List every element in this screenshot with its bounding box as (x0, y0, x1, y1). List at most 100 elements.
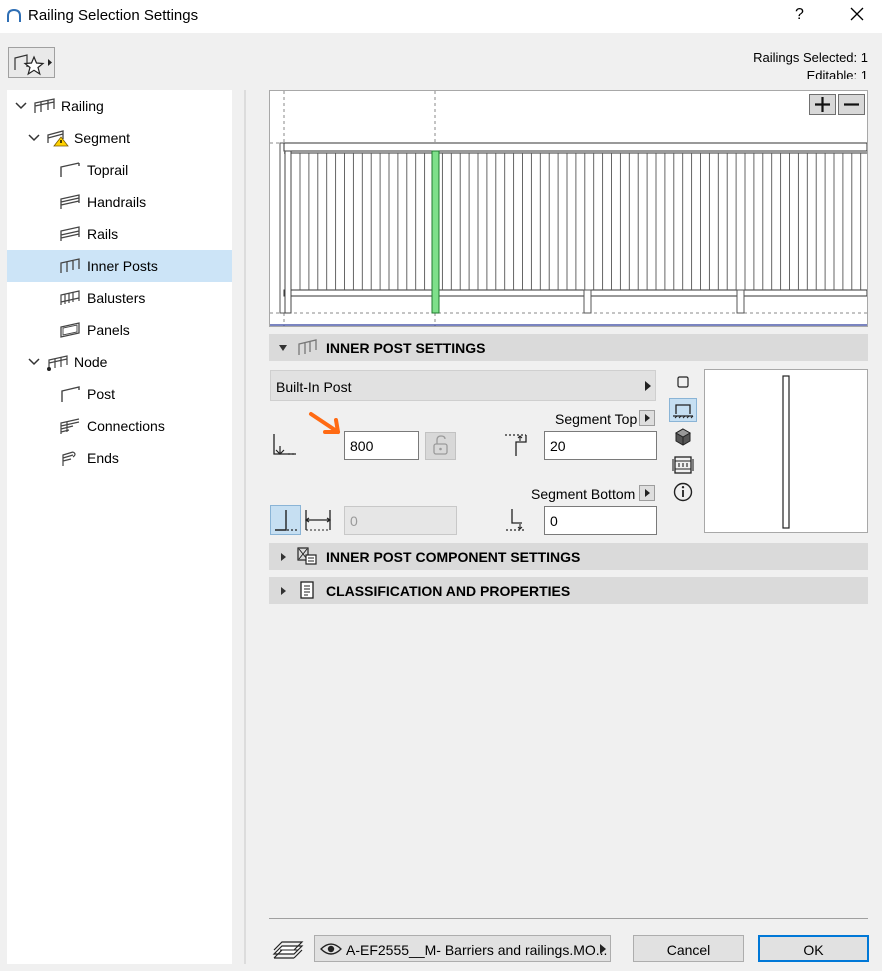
tree-item-toprail[interactable]: Toprail (7, 154, 232, 186)
section-title: INNER POST SETTINGS (326, 339, 486, 356)
chevron-down-icon[interactable] (28, 356, 40, 368)
chevron-down-icon[interactable] (15, 100, 27, 112)
tree-item-label: Post (87, 386, 116, 402)
tree-item-label: Handrails (87, 194, 147, 210)
segment-top-icon (505, 434, 527, 456)
selection-info: Railings Selected: 1 Editable: 1 (753, 49, 868, 79)
section-title: INNER POST COMPONENT SETTINGS (326, 548, 581, 565)
segment-top-reference-button[interactable] (639, 410, 655, 426)
ok-button[interactable]: OK (758, 935, 869, 962)
tree-item-railing[interactable]: Railing (7, 90, 232, 122)
editable-count: Editable: 1 (806, 68, 868, 79)
fixed-spacing-icon (275, 510, 298, 531)
ends-icon (62, 451, 76, 466)
tree-item-balusters[interactable]: Balusters (7, 282, 232, 314)
tree-item-label: Panels (87, 322, 130, 338)
footer-divider (269, 918, 868, 919)
favorites-button[interactable] (8, 47, 55, 78)
tree-item-label: Railing (61, 98, 104, 114)
post-spacing-icon (273, 434, 296, 455)
layer-icon (272, 941, 304, 959)
railings-selected-count: Railings Selected: 1 (753, 50, 868, 65)
lock-button[interactable] (425, 432, 456, 460)
tree-item-rails[interactable]: Rails (7, 218, 232, 250)
railing-icon (34, 98, 55, 113)
chevron-down-icon[interactable] (28, 132, 40, 144)
zoom-out-button[interactable] (838, 94, 865, 115)
offset-input (344, 506, 457, 535)
spacing-mode-fixed-button[interactable] (270, 505, 301, 535)
segment-bottom-icon (506, 509, 526, 531)
window-title: Railing Selection Settings (28, 7, 199, 24)
tree-item-connections[interactable]: Connections (7, 410, 232, 442)
tree-item-label: Rails (87, 226, 119, 242)
close-icon[interactable] (848, 5, 866, 23)
layer-selector[interactable]: A-EF2555__M- Barriers and railings.MO... (314, 935, 611, 962)
title-bar: Railing Selection Settings ? (0, 0, 882, 33)
tree-item-panels[interactable]: Panels (7, 314, 232, 346)
triangle-right-icon (281, 587, 286, 595)
tree-item-label: Ends (87, 450, 119, 466)
layer-name: A-EF2555__M- Barriers and railings.MO... (346, 942, 608, 958)
connections-icon (60, 418, 80, 434)
balusters-icon (60, 290, 80, 305)
minus-icon (844, 103, 859, 106)
lock-open-icon (433, 435, 448, 455)
settings-tree: Railing Segment Toprail Handrails Rails … (7, 90, 232, 964)
segment-bottom-input[interactable] (544, 506, 657, 535)
post-profile-drawing (782, 375, 790, 529)
rails-icon (60, 226, 80, 241)
inner-post[interactable] (583, 289, 592, 314)
segment-warning-icon (47, 130, 69, 147)
segment-top-input[interactable] (544, 431, 657, 460)
tree-item-ends[interactable]: Ends (7, 442, 232, 474)
view-elevation-button[interactable] (669, 398, 697, 422)
zoom-in-button[interactable] (809, 94, 836, 115)
archicad-app-icon (7, 8, 21, 22)
info-icon[interactable] (673, 482, 693, 502)
cancel-button[interactable]: Cancel (633, 935, 744, 962)
view-3d-button[interactable] (674, 428, 692, 446)
triangle-right-icon (645, 414, 650, 422)
tree-item-segment[interactable]: Segment (7, 122, 232, 154)
tree-item-handrails[interactable]: Handrails (7, 186, 232, 218)
inner-post-settings-header[interactable]: INNER POST SETTINGS (269, 334, 868, 361)
panel-divider[interactable] (244, 90, 246, 964)
spacing-mode-distributed-button[interactable] (303, 506, 333, 534)
inner-posts-icon (60, 258, 80, 273)
toprail-icon (60, 162, 80, 177)
tree-item-label: Balusters (87, 290, 146, 306)
annotation-arrow-icon (309, 412, 340, 434)
tree-item-node[interactable]: Node (7, 346, 232, 378)
panels-icon (60, 322, 80, 338)
classification-document-icon (300, 581, 314, 599)
node-icon (47, 355, 68, 371)
inner-posts-icon (298, 339, 317, 355)
component-settings-icon (297, 547, 317, 565)
tree-item-label: Segment (74, 130, 131, 146)
railing-preview[interactable] (269, 90, 868, 327)
tree-item-post[interactable]: Post (7, 378, 232, 410)
elevation-view-icon (673, 404, 694, 419)
section-title: CLASSIFICATION AND PROPERTIES (326, 582, 571, 599)
triangle-right-icon (645, 381, 651, 391)
help-button[interactable]: ? (795, 6, 804, 24)
plus-icon (815, 97, 830, 112)
segment-bottom-reference-button[interactable] (639, 485, 655, 501)
tree-item-inner-posts[interactable]: Inner Posts (7, 250, 232, 282)
tree-item-label: Connections (87, 418, 165, 434)
view-section-button[interactable] (672, 455, 694, 475)
selected-inner-post[interactable] (431, 150, 440, 314)
triangle-right-icon (281, 553, 286, 561)
post-side-preview (704, 369, 868, 533)
inner-post-component-settings-header[interactable]: INNER POST COMPONENT SETTINGS (269, 543, 868, 570)
favorites-star-icon (14, 54, 52, 76)
view-2d-symbol-button[interactable] (676, 375, 690, 389)
classification-and-properties-header[interactable]: CLASSIFICATION AND PROPERTIES (269, 577, 868, 604)
inner-post[interactable] (736, 289, 745, 314)
post-type-value: Built-In Post (276, 379, 352, 395)
post-spacing-input[interactable] (344, 431, 419, 460)
post-type-dropdown[interactable]: Built-In Post (270, 370, 656, 401)
railing-elevation-drawing (270, 91, 867, 326)
triangle-right-icon (600, 944, 606, 954)
